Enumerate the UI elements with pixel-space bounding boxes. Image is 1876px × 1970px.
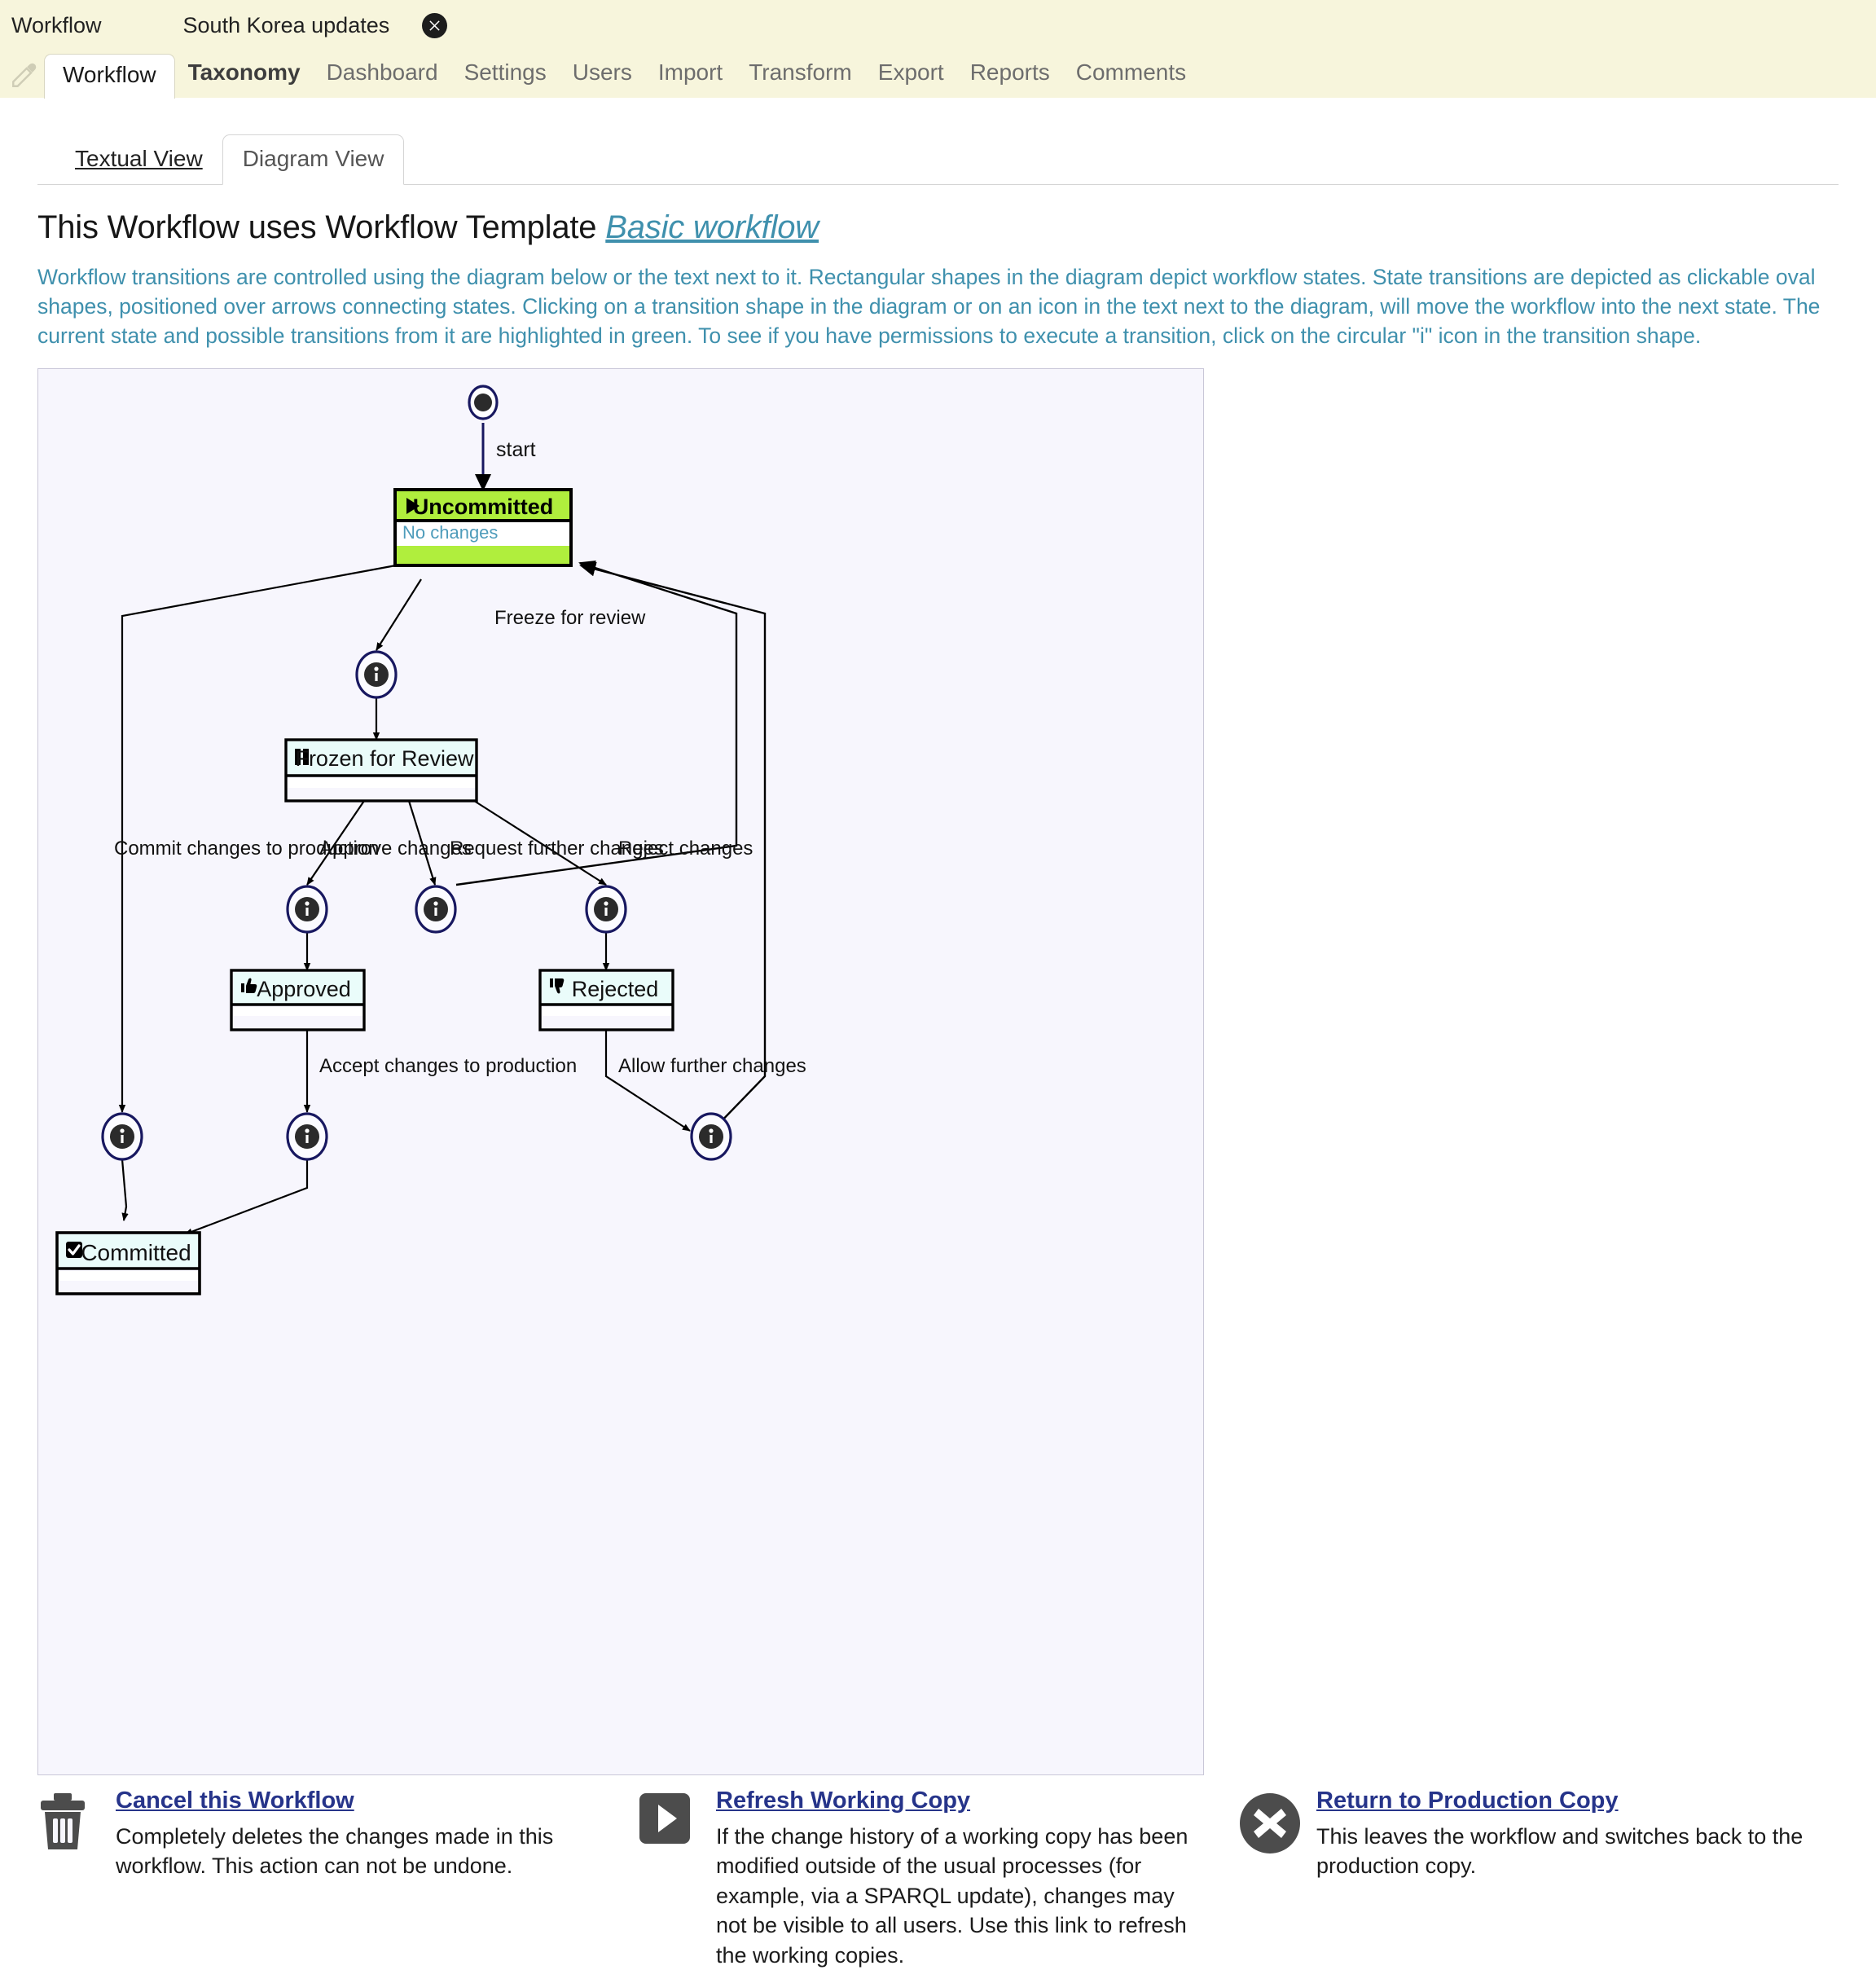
edge-label-freeze: Freeze for review <box>494 607 646 629</box>
tab-users[interactable]: Users <box>560 59 645 98</box>
refresh-working-copy-desc: If the change history of a working copy … <box>716 1823 1188 1968</box>
edge-label-approve: Approve changes <box>319 838 472 860</box>
workflow-action-list: Cancel this Workflow Completely deletes … <box>37 1787 1839 1970</box>
state-committed[interactable]: Committed <box>55 1231 201 1295</box>
tab-comments[interactable]: Comments <box>1063 59 1199 98</box>
close-circle-glyph <box>1240 1793 1300 1854</box>
pencil-icon[interactable] <box>10 62 37 90</box>
trash-glyph <box>41 1793 85 1850</box>
play-square-glyph <box>639 1793 690 1845</box>
action-refresh-working-copy: Refresh Working Copy If the change histo… <box>638 1787 1238 1970</box>
trash-icon[interactable] <box>37 1787 116 1970</box>
edge-freeze-for-review <box>376 578 422 651</box>
start-node <box>468 385 499 420</box>
state-rejected-title: Rejected <box>572 977 659 1001</box>
workflow-template-link[interactable]: Basic workflow <box>605 209 819 245</box>
refresh-working-copy-link[interactable]: Refresh Working Copy <box>716 1787 970 1815</box>
tab-taxonomy[interactable]: Taxonomy <box>175 59 314 98</box>
tab-diagram-view[interactable]: Diagram View <box>222 134 405 185</box>
close-circle-icon[interactable] <box>1238 1787 1316 1970</box>
main-content: Textual View Diagram View This Workflow … <box>0 134 1876 1970</box>
tab-workflow[interactable]: Workflow <box>44 54 175 99</box>
transition-reject-changes[interactable] <box>585 885 627 934</box>
top-bar: Workflow South Korea updates <box>0 0 1876 51</box>
edge-accept-to-committed <box>184 1159 309 1236</box>
workflow-diagram-svg: Freeze for review Commit changes to prod… <box>55 385 806 1295</box>
edge-commit-to-committed <box>121 1159 129 1222</box>
intro-paragraph: Workflow transitions are controlled usin… <box>37 265 1821 349</box>
state-approved-title: Approved <box>257 977 351 1001</box>
action-cancel-body: Cancel this Workflow Completely deletes … <box>116 1787 605 1970</box>
tab-settings[interactable]: Settings <box>451 59 560 98</box>
tab-export[interactable]: Export <box>865 59 957 98</box>
page-title: This Workflow uses Workflow Template Bas… <box>37 209 1839 246</box>
edge-label-reject: Reject changes <box>618 838 753 860</box>
transition-request-further-changes[interactable] <box>415 885 457 934</box>
edge-label-start: start <box>496 438 536 461</box>
close-icon[interactable] <box>422 13 448 38</box>
state-uncommitted[interactable]: Uncommitted No changes <box>393 488 573 568</box>
transition-allow-further-changes[interactable] <box>690 1112 732 1161</box>
tab-transform[interactable]: Transform <box>736 59 865 98</box>
nav-tab-strip: Workflow Taxonomy Dashboard Settings Use… <box>0 51 1876 99</box>
edge-allow-further-changes <box>604 1030 691 1132</box>
state-rejected[interactable]: Rejected <box>538 969 674 1031</box>
transition-commit-changes-to-production[interactable] <box>101 1112 143 1161</box>
cancel-workflow-link[interactable]: Cancel this Workflow <box>116 1787 354 1815</box>
edge-label-allow: Allow further changes <box>618 1055 806 1077</box>
workflow-diagram[interactable]: Freeze for review Commit changes to prod… <box>37 368 1204 1776</box>
view-tab-strip: Textual View Diagram View <box>37 134 1839 185</box>
return-production-copy-link[interactable]: Return to Production Copy <box>1316 1787 1619 1815</box>
action-cancel-workflow: Cancel this Workflow Completely deletes … <box>37 1787 638 1970</box>
state-frozen-for-review[interactable]: Frozen for Review <box>284 738 478 803</box>
state-uncommitted-title: Uncommitted <box>413 495 554 519</box>
state-uncommitted-subtitle: No changes <box>402 522 498 543</box>
transition-accept-changes-to-production[interactable] <box>286 1112 328 1161</box>
state-approved[interactable]: Approved <box>230 969 366 1031</box>
cancel-workflow-desc: Completely deletes the changes made in t… <box>116 1823 554 1879</box>
action-return-production-copy: Return to Production Copy This leaves th… <box>1238 1787 1839 1970</box>
play-square-icon[interactable] <box>638 1787 716 1970</box>
breadcrumb-item[interactable]: South Korea updates <box>183 13 390 38</box>
action-refresh-body: Refresh Working Copy If the change histo… <box>716 1787 1206 1970</box>
breadcrumb-app[interactable]: Workflow <box>11 13 102 38</box>
state-frozen-title: Frozen for Review <box>295 746 474 771</box>
transition-approve-changes[interactable] <box>286 885 328 934</box>
tab-textual-view[interactable]: Textual View <box>55 135 222 184</box>
return-production-copy-desc: This leaves the workflow and switches ba… <box>1316 1823 1804 1879</box>
action-return-body: Return to Production Copy This leaves th… <box>1316 1787 1806 1970</box>
pencil-glyph <box>12 63 37 87</box>
tab-dashboard[interactable]: Dashboard <box>314 59 451 98</box>
check-box-icon <box>66 1242 82 1259</box>
close-glyph <box>429 20 440 31</box>
tab-import[interactable]: Import <box>645 59 736 98</box>
tab-reports[interactable]: Reports <box>957 59 1063 98</box>
transition-freeze-for-review[interactable] <box>355 650 398 699</box>
page-title-prefix: This Workflow uses Workflow Template <box>37 209 606 245</box>
edge-label-accept: Accept changes to production <box>319 1055 577 1077</box>
state-committed-title: Committed <box>81 1240 191 1265</box>
